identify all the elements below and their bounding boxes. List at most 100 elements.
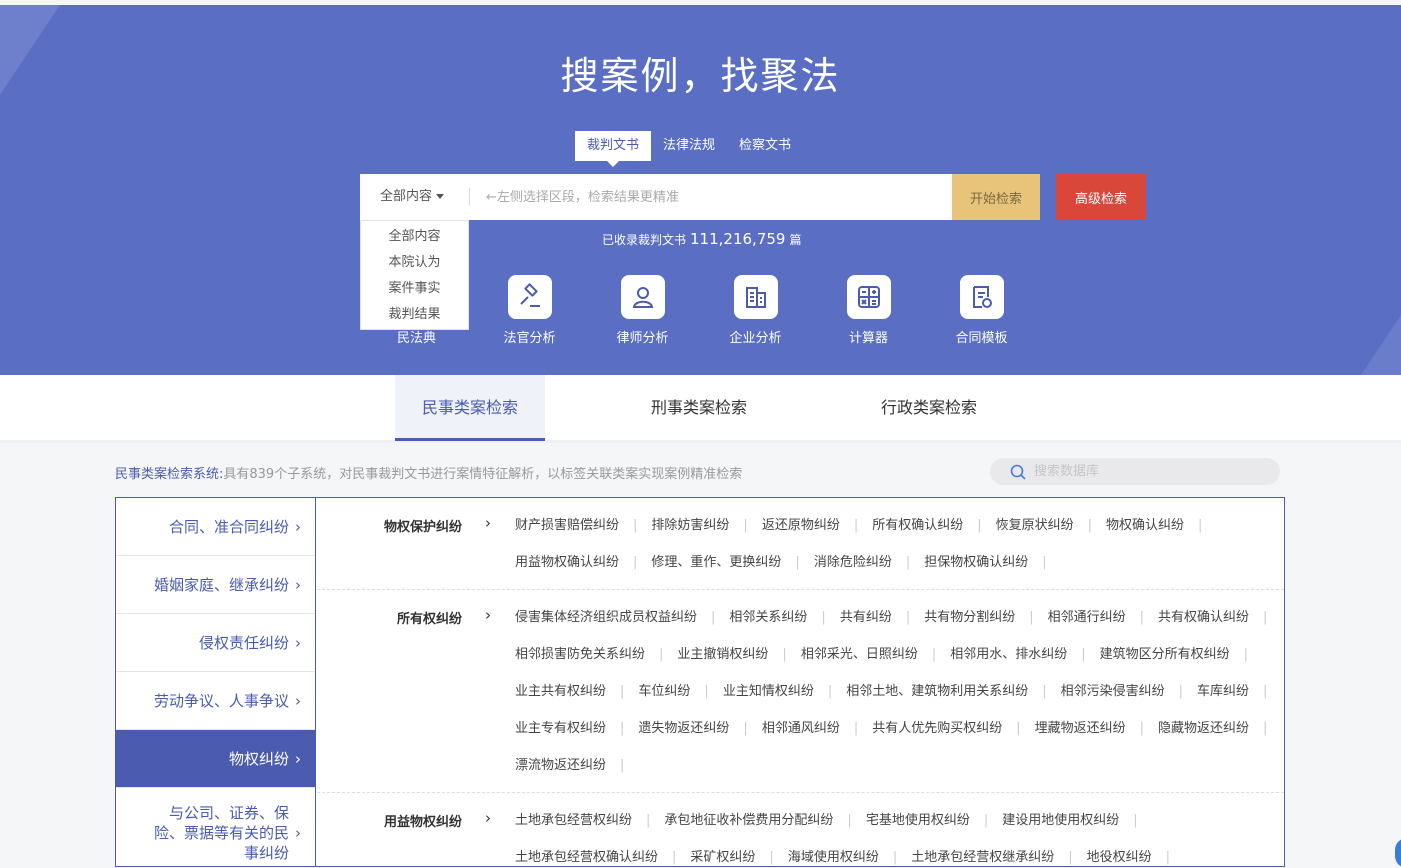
case-type-link[interactable]: 承包地征收补偿费用分配纠纷 (664, 802, 865, 839)
case-type-link[interactable]: 埋藏物返还纠纷 (1035, 710, 1158, 747)
scope-dropdown: 全部内容 本院认为 案件事实 裁判结果 (360, 220, 469, 330)
scope-select[interactable]: 全部内容 (360, 188, 470, 206)
case-type-link[interactable]: 相邻采光、日照纠纷 (801, 636, 950, 673)
case-type-link[interactable]: 共有人优先购买权纠纷 (872, 710, 1034, 747)
case-type-link[interactable]: 车位纠纷 (638, 673, 722, 710)
case-type-link[interactable]: 相邻通风纠纷 (762, 710, 872, 747)
case-type-link[interactable]: 财产损害赔偿纠纷 (515, 507, 651, 544)
case-type-link[interactable]: 侵害集体经济组织成员权益纠纷 (515, 599, 729, 636)
chevron-right-icon: › (295, 823, 301, 842)
gavel-icon (507, 275, 552, 319)
scope-option-court-opinion[interactable]: 本院认为 (361, 250, 468, 276)
case-type-link[interactable]: 采矿权纠纷 (690, 839, 787, 866)
case-type-link[interactable]: 相邻土地、建筑物利用关系纠纷 (846, 673, 1060, 710)
sidebar-item-labor[interactable]: 劳动争议、人事争议 › (116, 672, 315, 730)
case-type-link[interactable]: 恢复原状纠纷 (996, 507, 1106, 544)
start-search-button[interactable]: 开始检索 (952, 174, 1040, 220)
chevron-right-icon: › (295, 749, 301, 768)
person-icon (620, 275, 665, 319)
sidebar-item-label: 劳动争议、人事争议 (153, 691, 289, 710)
group-title[interactable]: 所有权纠纷 (317, 608, 462, 627)
case-type-link[interactable]: 相邻用水、排水纠纷 (950, 636, 1099, 673)
subcategory-group: 用益物权纠纷 › 土地承包经营权纠纷承包地征收补偿费用分配纠纷宅基地使用权纠纷建设用… (317, 793, 1284, 866)
sidebar-item-label: 合同、准合同纠纷 (168, 517, 289, 536)
case-type-link[interactable]: 共有物分割纠纷 (924, 599, 1047, 636)
case-type-link[interactable]: 车库纠纷 (1197, 673, 1281, 710)
case-type-link[interactable]: 相邻通行纠纷 (1048, 599, 1158, 636)
chevron-right-icon: › (485, 514, 491, 532)
case-type-link[interactable]: 返还原物纠纷 (762, 507, 872, 544)
group-title[interactable]: 用益物权纠纷 (317, 811, 462, 830)
case-type-link[interactable]: 担保物权确认纠纷 (924, 544, 1060, 581)
sidebar-item-property[interactable]: 物权纠纷 › (116, 730, 315, 788)
sidebar-item-tort[interactable]: 侵权责任纠纷 › (116, 614, 315, 672)
category-tabs: 民事类案检索 刑事类案检索 行政类案检索 (0, 375, 1401, 443)
case-type-link[interactable]: 所有权确认纠纷 (872, 507, 995, 544)
chevron-right-icon: › (295, 691, 301, 710)
case-type-link[interactable]: 宅基地使用权纠纷 (866, 802, 1002, 839)
tab-procuratorate[interactable]: 检察文书 (727, 131, 803, 161)
tab-civil-cases[interactable]: 民事类案检索 (395, 375, 545, 441)
tool-label: 律师分析 (616, 331, 669, 346)
tab-judgments[interactable]: 裁判文书 (575, 131, 652, 167)
case-type-link[interactable]: 地役权纠纷 (1087, 839, 1184, 866)
case-type-link[interactable]: 隐藏物返还纠纷 (1158, 710, 1281, 747)
tool-contract-templates[interactable]: 合同模板 (925, 275, 1038, 346)
tool-calculator[interactable]: 计算器 (812, 275, 925, 346)
case-type-link[interactable]: 相邻关系纠纷 (729, 599, 839, 636)
tag-list: 侵害集体经济组织成员权益纠纷相邻关系纠纷共有纠纷共有物分割纠纷相邻通行纠纷共有权… (515, 599, 1284, 784)
sidebar-item-label: 与公司、证券、保险、票据等有关的民事纠纷 (153, 803, 289, 862)
tab-laws[interactable]: 法律法规 (651, 131, 727, 161)
subcategory-group: 物权保护纠纷 › 财产损害赔偿纠纷排除妨害纠纷返还原物纠纷所有权确认纠纷恢复原状纠纷… (317, 498, 1284, 590)
case-type-link[interactable]: 土地承包经营权确认纠纷 (515, 839, 690, 866)
case-type-link[interactable]: 物权确认纠纷 (1106, 507, 1216, 544)
sidebar-item-family[interactable]: 婚姻家庭、继承纠纷 › (116, 556, 315, 614)
advanced-search-button[interactable]: 高级检索 (1056, 174, 1146, 220)
chevron-right-icon: › (485, 606, 491, 624)
sidebar-item-label: 婚姻家庭、继承纠纷 (153, 575, 289, 594)
case-type-link[interactable]: 建设用地使用权纠纷 (1002, 802, 1151, 839)
case-type-link[interactable]: 建筑物区分所有权纠纷 (1100, 636, 1262, 673)
chevron-right-icon: › (295, 575, 301, 594)
tool-lawyer-analysis[interactable]: 律师分析 (586, 275, 699, 346)
tool-judge-analysis[interactable]: 法官分析 (473, 275, 586, 346)
group-title[interactable]: 物权保护纠纷 (317, 516, 462, 535)
case-type-link[interactable]: 业主撤销权纠纷 (677, 636, 800, 673)
scope-option-facts[interactable]: 案件事实 (361, 276, 468, 302)
info-key: 民事类案检索系统: (115, 467, 224, 482)
case-type-link[interactable]: 消除危险纠纷 (814, 544, 924, 581)
document-icon (959, 275, 1004, 319)
case-type-link[interactable]: 土地承包经营权继承纠纷 (911, 839, 1086, 866)
scope-label: 全部内容 (380, 189, 433, 204)
tool-label: 法官分析 (503, 331, 556, 346)
case-type-link[interactable]: 业主共有权纠纷 (515, 673, 638, 710)
database-search-input[interactable] (1034, 464, 1264, 479)
scope-option-all[interactable]: 全部内容 (361, 224, 468, 250)
case-type-link[interactable]: 业主知情权纠纷 (723, 673, 846, 710)
tab-administrative-cases[interactable]: 行政类案检索 (854, 375, 1004, 441)
case-type-link[interactable]: 修理、重作、更换纠纷 (651, 544, 813, 581)
case-type-link[interactable]: 共有纠纷 (840, 599, 924, 636)
case-type-link[interactable]: 用益物权确认纠纷 (515, 544, 651, 581)
database-search (990, 458, 1280, 485)
case-type-link[interactable]: 遗失物返还纠纷 (638, 710, 761, 747)
case-type-link[interactable]: 海域使用权纠纷 (788, 839, 911, 866)
tab-criminal-cases[interactable]: 刑事类案检索 (624, 375, 774, 441)
search-input[interactable] (470, 189, 952, 205)
case-type-link[interactable]: 相邻损害防免关系纠纷 (515, 636, 677, 673)
case-type-link[interactable]: 土地承包经营权纠纷 (515, 802, 664, 839)
case-type-link[interactable]: 相邻污染侵害纠纷 (1061, 673, 1197, 710)
document-count: 已收录裁判文书 111,216,759 篇 (602, 230, 801, 248)
caret-down-icon (436, 194, 445, 199)
floating-help-button[interactable] (1395, 838, 1401, 868)
count-suffix: 篇 (789, 233, 802, 247)
case-type-link[interactable]: 排除妨害纠纷 (651, 507, 761, 544)
sidebar-item-company[interactable]: 与公司、证券、保险、票据等有关的民事纠纷 › (116, 788, 315, 866)
case-type-link[interactable]: 业主专有权纠纷 (515, 710, 638, 747)
sidebar-item-contract[interactable]: 合同、准合同纠纷 › (116, 498, 315, 556)
building-icon (733, 275, 778, 319)
tool-company-analysis[interactable]: 企业分析 (699, 275, 812, 346)
scope-option-result[interactable]: 裁判结果 (361, 302, 468, 328)
case-type-link[interactable]: 漂流物返还纠纷 (515, 747, 638, 784)
case-type-link[interactable]: 共有权确认纠纷 (1158, 599, 1281, 636)
